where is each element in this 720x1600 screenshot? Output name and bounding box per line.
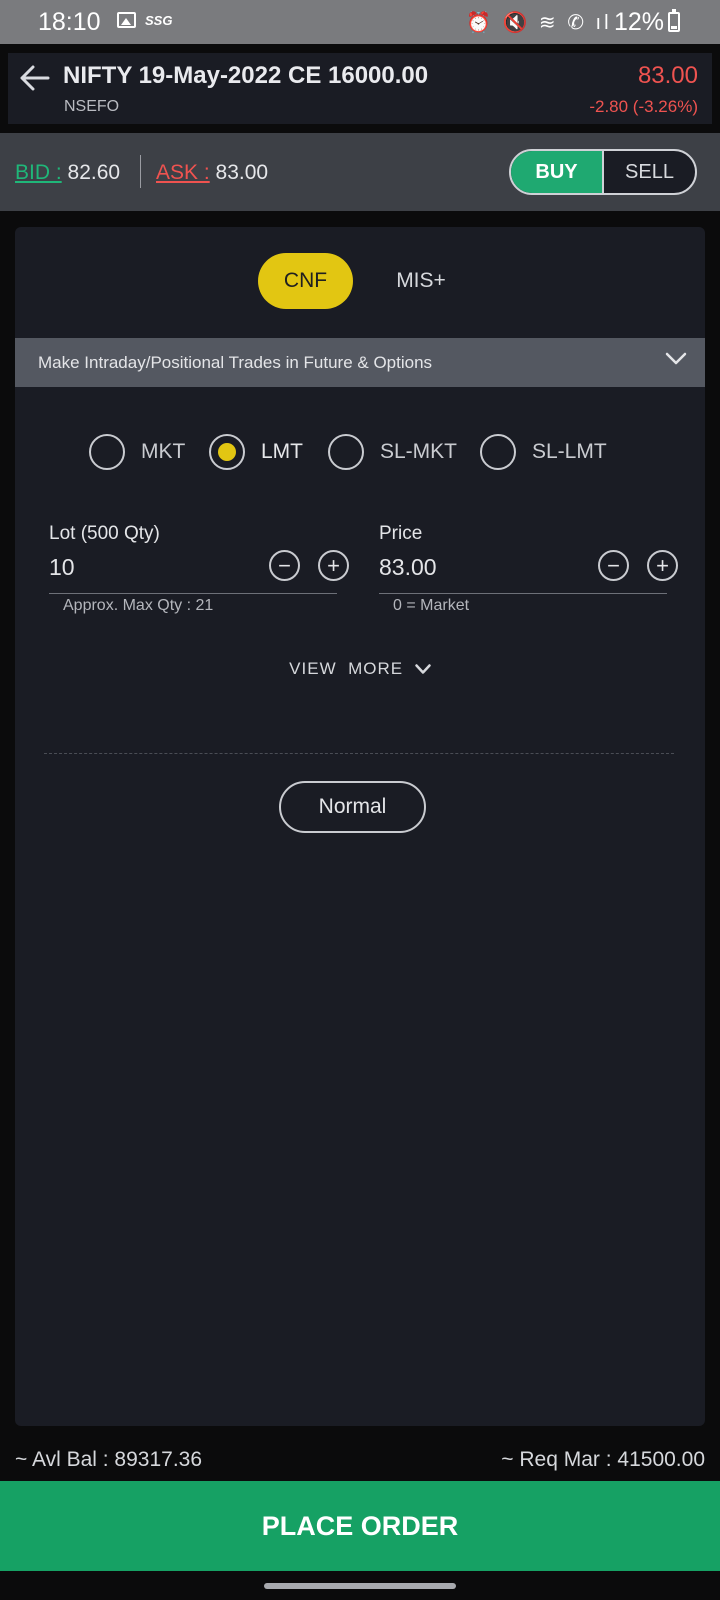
product-tabs: CNF MIS+ <box>15 253 705 311</box>
radio-label: LMT <box>261 440 303 463</box>
status-time: 18:10 <box>38 8 101 36</box>
instrument-title: NIFTY 19-May-2022 CE 16000.00 <box>63 62 429 89</box>
lot-increment-button[interactable]: + <box>318 550 349 581</box>
lot-label: Lot (500 Qty) <box>49 523 160 544</box>
price-field: Price 83.00 − + 0 = Market <box>379 523 678 614</box>
chevron-down-icon <box>665 352 687 365</box>
radio-label: SL-LMT <box>532 440 607 463</box>
place-order-button[interactable]: PLACE ORDER <box>0 1481 720 1571</box>
radio-lmt[interactable]: LMT <box>209 430 303 474</box>
chevron-down-icon <box>415 664 431 674</box>
lot-hint: Approx. Max Qty : 21 <box>63 597 214 614</box>
ask-label: ASK : <box>156 161 210 184</box>
system-status-icons: ⏰ 🔇 ≋ ✆ ıl <box>466 12 612 34</box>
section-divider <box>44 753 674 754</box>
radio-label: SL-MKT <box>380 440 458 463</box>
price-label: Price <box>379 523 423 544</box>
status-bar: 18:10 SSG ⏰ 🔇 ≋ ✆ ıl 12% <box>0 0 720 44</box>
bid-label: BID : <box>15 161 62 184</box>
view-more-toggle[interactable]: VIEW MORE <box>15 659 705 679</box>
buy-button[interactable]: BUY <box>511 151 602 193</box>
tab-mis-plus[interactable]: MIS+ <box>381 253 461 309</box>
radio-mkt[interactable]: MKT <box>89 430 185 474</box>
radio-sl-mkt[interactable]: SL-MKT <box>328 430 457 474</box>
quote-bar: BID : 82.60 ASK : 83.00 BUY SELL <box>0 133 720 211</box>
required-margin: ~ Req Mar : 41500.00 <box>501 1448 705 1471</box>
battery-icon <box>668 9 680 32</box>
gesture-nav-handle[interactable] <box>264 1583 456 1589</box>
ask-quote[interactable]: ASK : 83.00 <box>156 161 268 185</box>
radio-circle <box>328 434 364 470</box>
order-type-radio-group: MKT LMT SL-MKT SL-LMT <box>15 430 705 474</box>
lot-decrement-button[interactable]: − <box>269 550 300 581</box>
quote-divider <box>140 155 141 188</box>
lot-field: Lot (500 Qty) 10 − + Approx. Max Qty : 2… <box>49 523 349 614</box>
price-underline <box>379 593 667 594</box>
available-balance: ~ Avl Bal : 89317.36 <box>15 1448 203 1471</box>
price-change: -2.80 (-3.26%) <box>589 97 698 116</box>
battery-percentage: 12% <box>614 8 665 36</box>
carrier-badge: SSG <box>145 13 173 28</box>
price-input[interactable]: 83.00 <box>379 554 437 581</box>
bid-quote[interactable]: BID : 82.60 <box>15 161 120 185</box>
radio-circle <box>89 434 125 470</box>
ask-value: 83.00 <box>215 161 269 184</box>
buy-sell-toggle: BUY SELL <box>509 149 697 195</box>
back-arrow-icon[interactable] <box>20 65 50 91</box>
sell-button[interactable]: SELL <box>602 151 695 193</box>
instrument-header: NIFTY 19-May-2022 CE 16000.00 NSEFO 83.0… <box>8 53 712 124</box>
product-info-text: Make Intraday/Positional Trades in Futur… <box>38 352 433 372</box>
validity-normal-button[interactable]: Normal <box>279 781 426 833</box>
last-traded-price: 83.00 <box>637 62 698 89</box>
gallery-icon <box>117 12 136 28</box>
price-decrement-button[interactable]: − <box>598 550 629 581</box>
view-more-label: VIEW MORE <box>289 659 404 678</box>
radio-sl-lmt[interactable]: SL-LMT <box>480 430 607 474</box>
exchange-label: NSEFO <box>64 98 120 115</box>
price-hint: 0 = Market <box>393 597 470 614</box>
radio-label: MKT <box>141 440 186 463</box>
radio-circle-selected <box>209 434 245 470</box>
lot-underline <box>49 593 337 594</box>
price-increment-button[interactable]: + <box>647 550 678 581</box>
order-form-panel: CNF MIS+ Make Intraday/Positional Trades… <box>15 227 705 1426</box>
radio-circle <box>480 434 516 470</box>
product-info-dropdown[interactable]: Make Intraday/Positional Trades in Futur… <box>15 338 705 387</box>
bid-value: 82.60 <box>67 161 121 184</box>
tab-cnf[interactable]: CNF <box>258 253 353 309</box>
lot-input[interactable]: 10 <box>49 554 75 581</box>
